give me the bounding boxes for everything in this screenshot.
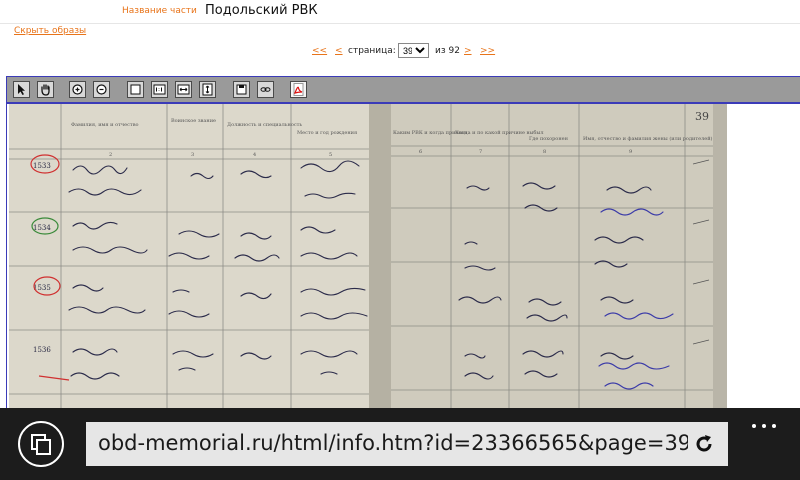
column-header: Место и год рождения [297,130,357,136]
fit-height-icon[interactable] [199,81,216,98]
page-select[interactable]: 39 [398,43,429,58]
part-name-label: Название части [122,6,197,16]
ledger-page-number: 39 [695,110,709,123]
fit-page-icon[interactable] [127,81,144,98]
row-number: 1536 [33,346,51,354]
last-page-link[interactable]: >> [480,46,495,56]
column-number: 6 [419,149,422,155]
column-header: Имя, отчество и фамилия жены (или родите… [583,135,713,142]
ledger-scan: Фамилия, имя и отчество Воинское звание … [9,104,727,409]
url-field[interactable]: obd-memorial.ru/html/info.htm?id=2336656… [86,422,728,466]
column-number: 5 [329,152,332,158]
hand-pan-icon[interactable] [37,81,54,98]
page-total-label: из 92 [435,46,460,56]
select-arrow-icon[interactable] [13,81,30,98]
zoom-out-icon[interactable] [93,81,110,98]
part-header: Название части Подольский РВК [0,0,800,24]
column-number: 7 [479,149,482,155]
column-header: Фамилия, имя и отчество [71,122,139,128]
pdf-icon[interactable] [290,81,307,98]
column-number: 9 [629,149,632,155]
tabs-icon [31,434,51,455]
next-page-link[interactable]: > [464,46,472,56]
prev-page-link[interactable]: < [335,46,343,56]
row-number: 1534 [33,224,51,232]
column-number: 8 [543,149,546,155]
column-number: 4 [253,152,256,158]
save-icon[interactable] [233,81,250,98]
column-header: Когда и по какой причине выбыл [455,129,544,136]
row-number: 1533 [33,162,51,170]
pagination: << < страница: 39 из 92 > >> [0,42,800,60]
fit-width-icon[interactable] [175,81,192,98]
column-header: Должность и специальность [227,122,302,128]
part-name-value: Подольский РВК [205,3,318,18]
viewer-toolbar [7,77,800,104]
column-number: 3 [191,152,194,158]
refresh-icon[interactable] [692,432,716,456]
page-label: страница: [348,46,396,56]
column-number: 2 [109,152,112,158]
document-image[interactable]: Фамилия, имя и отчество Воинское звание … [9,104,727,409]
link-icon[interactable] [257,81,274,98]
column-header: Где похоронен [529,136,569,142]
first-page-link[interactable]: << [312,46,327,56]
column-header: Воинское звание [171,118,216,124]
zoom-in-icon[interactable] [69,81,86,98]
more-menu-icon[interactable] [748,416,780,436]
image-viewer: Фамилия, имя и отчество Воинское звание … [6,76,800,409]
hide-images-link[interactable]: Скрыть образы [14,26,86,36]
actual-size-icon[interactable] [151,81,168,98]
divider [0,23,800,24]
url-text: obd-memorial.ru/html/info.htm?id=2336656… [98,431,688,455]
tabs-button[interactable] [18,421,64,467]
browser-address-bar: obd-memorial.ru/html/info.htm?id=2336656… [0,408,800,480]
